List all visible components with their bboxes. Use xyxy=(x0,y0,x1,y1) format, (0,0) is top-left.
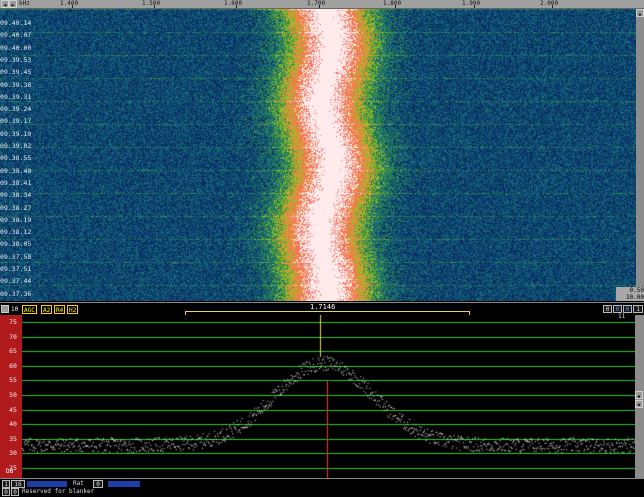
rat-label: Rat xyxy=(73,480,84,487)
status-field-2[interactable]: 16 xyxy=(11,480,25,488)
waterfall-scrollbar[interactable]: ▴ ▾ xyxy=(636,9,644,302)
spectrum-y-tick-label: 50 xyxy=(9,391,17,399)
timestamp-label: 09.39.24 xyxy=(0,105,32,114)
freq-tick-label: 1.800 xyxy=(383,0,402,7)
timestamp-label: 09.38.27 xyxy=(0,203,32,212)
timestamp-label: 09.38.12 xyxy=(0,228,32,237)
spectrum-scrollbar[interactable]: ▴ ▾ xyxy=(635,315,644,478)
a2-button[interactable]: A2 xyxy=(41,305,53,314)
right-control-0[interactable]: 0 xyxy=(603,305,612,313)
freq-tick-label: 2.000 xyxy=(540,0,559,7)
right-control-d[interactable]: 1 xyxy=(633,305,643,313)
control-bar: ​ 10 AGC A2 R4 H2 1.7146 0 0 0 1 xyxy=(0,302,644,316)
freq-tick-label: 1.900 xyxy=(462,0,481,7)
waterfall-display[interactable]: 09.40.14 09.40.07 09.40.00 09.39.53 09.39.45… xyxy=(0,9,636,301)
timestamp-label: 09.39.17 xyxy=(0,117,32,126)
timestamp-label: 09.37.44 xyxy=(0,277,32,286)
speed-value-bottom: 10.00 xyxy=(625,294,644,301)
freq-tick-label: 1.500 xyxy=(142,0,161,7)
freq-tick-label: 1.600 xyxy=(224,0,243,7)
reserved-for-blanker-text: Reserved for blanker xyxy=(22,488,95,495)
frequency-scale: ◂ ▸ kHz 1.400 1.500 1.600 1.700 1.800 1.900 2.… xyxy=(0,0,644,9)
level-number: 10 xyxy=(11,306,19,313)
right-control-c[interactable]: 0 xyxy=(623,305,632,313)
freq-tick-mark xyxy=(154,5,155,8)
center-frequency: 1.7146 xyxy=(310,303,336,311)
timestamp-label: 09.39.02 xyxy=(0,142,32,150)
status-blue-bar xyxy=(27,481,67,487)
status-field-3[interactable]: 0 xyxy=(2,488,10,496)
timestamp-label: 09.37.51 xyxy=(0,265,32,273)
timestamp-label: 09.37.36 xyxy=(0,289,32,298)
scroll-left-button[interactable]: ◂ xyxy=(1,0,9,9)
rat-value[interactable]: 0 xyxy=(93,480,103,488)
status-field-1[interactable]: 1 xyxy=(2,480,10,488)
agc-button[interactable]: AGC xyxy=(22,305,37,314)
timestamp-label: 09.39.45 xyxy=(0,68,32,77)
timestamp-label: 09.39.53 xyxy=(0,55,32,64)
freq-tick-mark xyxy=(395,5,396,8)
timestamp-label: 09.38.19 xyxy=(0,215,32,224)
speed-readout: 0.50 10.00 xyxy=(616,287,644,301)
timestamp-label: 09.37.58 xyxy=(0,252,32,261)
spectrum-y-tick-label: 45 xyxy=(9,405,17,414)
freq-tick-mark xyxy=(552,5,553,8)
timestamp-label: 09.39.10 xyxy=(0,129,32,138)
right-control-b[interactable]: 0 xyxy=(613,305,622,313)
spectrum-y-tick-label: 35 xyxy=(9,434,17,443)
spectrum-y-tick-label: 65 xyxy=(9,347,17,356)
freq-tick-mark xyxy=(236,5,237,8)
timestamp-label: 09.39.38 xyxy=(0,80,32,89)
freq-unit-label: kHz xyxy=(19,0,30,7)
db-unit-label: DB xyxy=(6,468,14,475)
h2-button[interactable]: H2 xyxy=(67,305,79,314)
freq-tick-label: 1.700 xyxy=(307,0,326,7)
spectrum-y-tick-label: 75 xyxy=(9,318,17,326)
spectrum-canvas xyxy=(22,315,635,478)
timestamp-label: 09.40.14 xyxy=(0,19,32,27)
scroll-right-button[interactable]: ▸ xyxy=(9,0,17,9)
waterfall-canvas xyxy=(0,9,636,301)
status-field-4[interactable]: 0 xyxy=(11,488,19,496)
control-toggle-button[interactable]: ​ xyxy=(1,305,9,313)
timestamp-label: 09.38.48 xyxy=(0,166,32,175)
status-bar: 1 16 Rat 0 0 0 Reserved for blanker xyxy=(0,478,644,497)
spectrum-top-right-label: 11 xyxy=(618,313,626,320)
spectrum-y-tick-label: 40 xyxy=(9,420,17,429)
spectrum-y-axis: 75 70 65 60 55 50 45 40 35 30 25 DB xyxy=(0,315,22,478)
freq-tick-mark xyxy=(319,5,320,8)
spectrum-scroll-down-icon[interactable]: ▾ xyxy=(635,400,643,409)
spectrum-y-tick-label: 70 xyxy=(9,332,17,341)
timestamp-label: 09.40.00 xyxy=(0,43,32,52)
timestamp-label: 09.38.05 xyxy=(0,240,32,249)
scroll-up-icon[interactable]: ▴ xyxy=(636,9,644,18)
r4-button[interactable]: R4 xyxy=(54,305,66,314)
status-blue-bar-2 xyxy=(108,481,140,487)
freq-tick-label: 1.400 xyxy=(60,0,79,7)
spectrum-y-tick-label: 60 xyxy=(9,361,17,370)
timestamp-label: 09.39.31 xyxy=(0,92,32,101)
spectrum-y-tick-label: 55 xyxy=(9,376,17,385)
freq-tick-mark xyxy=(72,5,73,8)
spectrum-display[interactable]: 11 xyxy=(22,313,635,478)
spectrum-scroll-up-icon[interactable]: ▴ xyxy=(635,391,643,400)
timestamp-label: 09.38.41 xyxy=(0,178,32,187)
timestamp-label: 09.40.07 xyxy=(0,31,32,40)
spectrum-y-tick-label: 30 xyxy=(9,449,17,458)
timestamp-label: 09.38.55 xyxy=(0,154,32,163)
speed-value-top: 0.50 xyxy=(629,287,644,294)
freq-tick-mark xyxy=(474,5,475,8)
timestamp-label: 09.38.34 xyxy=(0,191,32,200)
